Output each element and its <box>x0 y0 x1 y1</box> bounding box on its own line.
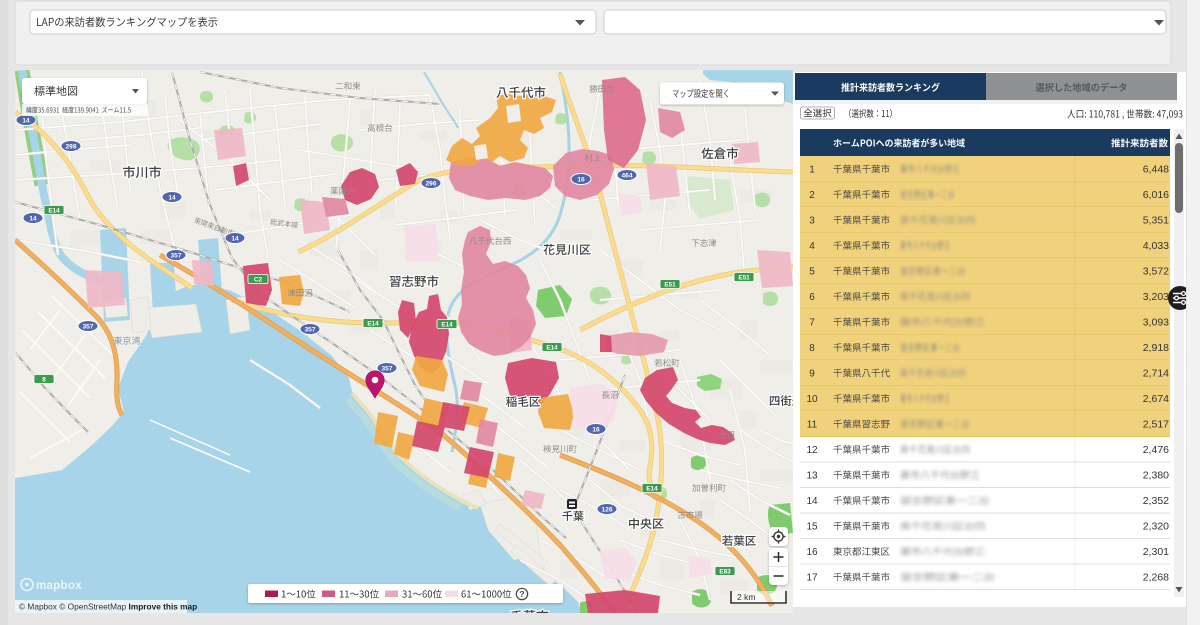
svg-text:3,203: 3,203 <box>1143 291 1169 303</box>
svg-text:298: 298 <box>65 143 76 150</box>
svg-text:5,351: 5,351 <box>1143 215 1169 227</box>
svg-text:2,301: 2,301 <box>1143 546 1169 558</box>
svg-text:2 km: 2 km <box>737 592 755 602</box>
svg-text:16: 16 <box>577 176 585 183</box>
svg-text:2,918: 2,918 <box>1143 342 1169 354</box>
svg-text:126: 126 <box>601 506 612 513</box>
svg-text:14: 14 <box>168 194 176 201</box>
svg-text:357: 357 <box>170 252 181 259</box>
svg-text:296: 296 <box>425 180 436 187</box>
svg-text:6: 6 <box>809 292 815 303</box>
svg-text:5: 5 <box>809 267 815 278</box>
svg-text:15: 15 <box>806 522 818 533</box>
svg-text:3: 3 <box>809 216 815 227</box>
svg-text:13: 13 <box>806 471 818 482</box>
svg-text:3,093: 3,093 <box>1143 317 1169 329</box>
svg-text:357: 357 <box>82 323 93 330</box>
svg-text:?: ? <box>519 589 524 599</box>
svg-text:E14: E14 <box>441 321 453 328</box>
svg-text:E51: E51 <box>664 281 676 288</box>
svg-text:E14: E14 <box>546 344 558 351</box>
svg-text:2,320: 2,320 <box>1143 521 1169 533</box>
svg-text:E83: E83 <box>719 568 731 575</box>
svg-text:8: 8 <box>42 376 46 383</box>
svg-text:14: 14 <box>22 117 30 124</box>
svg-text:2,714: 2,714 <box>1143 368 1169 380</box>
svg-text:14: 14 <box>29 215 37 222</box>
svg-text:2,674: 2,674 <box>1143 393 1169 405</box>
svg-text:2,476: 2,476 <box>1143 444 1169 456</box>
svg-text:10: 10 <box>806 394 818 405</box>
svg-text:11: 11 <box>807 420 818 431</box>
svg-text:6,016: 6,016 <box>1143 189 1169 201</box>
svg-text:357: 357 <box>304 326 315 333</box>
svg-text:14: 14 <box>806 496 818 507</box>
svg-text:2,268: 2,268 <box>1143 572 1169 584</box>
svg-text:14: 14 <box>231 235 239 242</box>
svg-text:8: 8 <box>809 343 815 354</box>
svg-text:E14: E14 <box>367 320 379 327</box>
svg-text:E51: E51 <box>738 274 750 281</box>
svg-text:17: 17 <box>806 573 818 584</box>
svg-text:16: 16 <box>806 547 818 558</box>
svg-text:464: 464 <box>621 172 632 179</box>
svg-text:357: 357 <box>381 365 392 372</box>
svg-text:2,380: 2,380 <box>1143 470 1169 482</box>
svg-text:6,448: 6,448 <box>1143 164 1169 176</box>
svg-text:2: 2 <box>809 190 815 201</box>
svg-text:E14: E14 <box>646 485 658 492</box>
svg-text:1: 1 <box>809 165 815 176</box>
svg-text:16: 16 <box>592 426 600 433</box>
svg-text:3,572: 3,572 <box>1143 266 1169 278</box>
svg-text:4: 4 <box>809 241 815 252</box>
svg-text:C2: C2 <box>254 276 263 283</box>
svg-text:E14: E14 <box>48 207 60 214</box>
svg-text:12: 12 <box>806 445 818 456</box>
svg-text:2,352: 2,352 <box>1143 495 1169 507</box>
svg-text:mapbox: mapbox <box>36 580 82 592</box>
svg-text:7: 7 <box>809 318 815 329</box>
svg-text:9: 9 <box>809 369 815 380</box>
svg-text:4,033: 4,033 <box>1143 240 1169 252</box>
svg-text:2,517: 2,517 <box>1143 419 1169 431</box>
svg-text:© Mapbox © OpenStreetMap Impro: © Mapbox © OpenStreetMap Improve this ma… <box>19 602 197 612</box>
